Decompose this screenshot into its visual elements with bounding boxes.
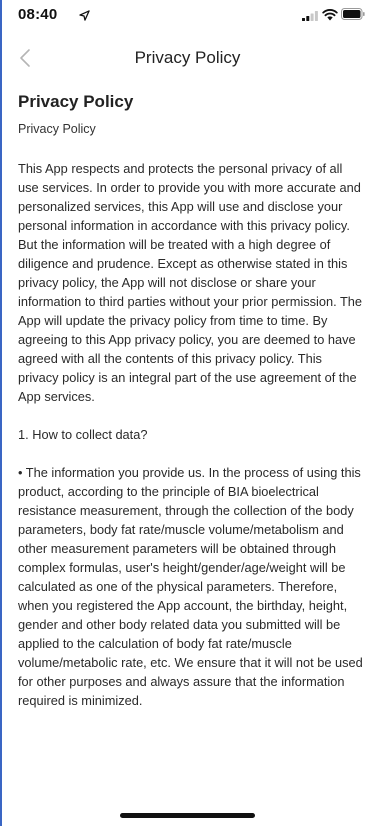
nav-title: Privacy Policy: [134, 48, 241, 67]
battery-icon: [341, 8, 365, 20]
page-heading: Privacy Policy: [18, 92, 134, 111]
navigation-bar: Privacy Policy: [0, 36, 375, 80]
home-indicator: [120, 813, 255, 818]
status-bar: 08:40: [0, 0, 375, 34]
left-edge-accent: [0, 0, 2, 826]
location-arrow-icon: [79, 10, 90, 21]
intro-paragraph: This App respects and protects the perso…: [18, 161, 363, 404]
cellular-signal-icon: [302, 11, 318, 21]
section-paragraph: • The information you provide us. In the…: [18, 465, 363, 708]
wifi-icon: [322, 9, 338, 21]
section-heading: 1. How to collect data?: [18, 427, 148, 442]
policy-content: Privacy Policy Privacy Policy This App r…: [18, 92, 363, 729]
page-subheading: Privacy Policy: [18, 122, 96, 136]
status-time: 08:40: [18, 6, 58, 23]
